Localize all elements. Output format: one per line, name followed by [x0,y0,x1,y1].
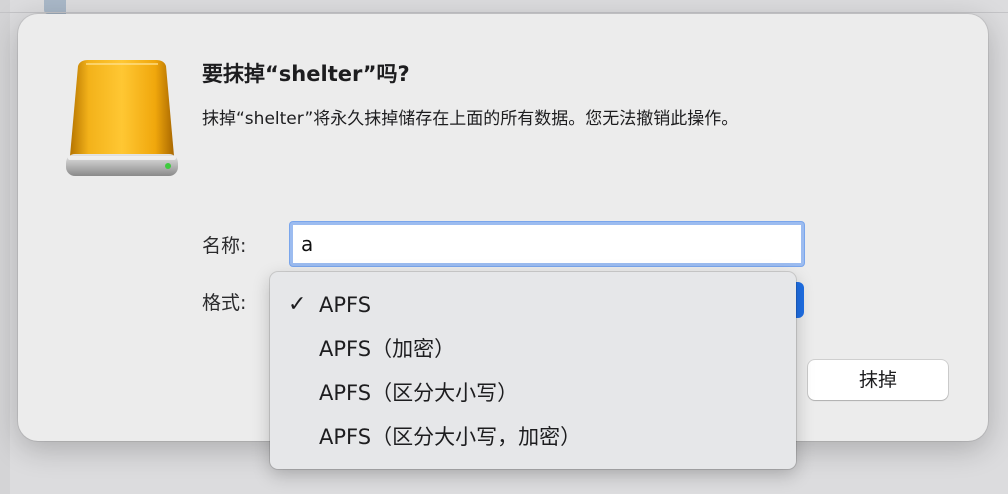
format-label: 格式: [202,292,247,314]
external-drive-icon [64,60,180,180]
name-label: 名称: [202,235,247,257]
menu-item-apfs[interactable]: ✓ APFS [270,283,796,327]
erase-button[interactable]: 抹掉 [808,360,948,400]
dialog-message: 抹掉“shelter”将永久抹掉储存在上面的所有数据。您无法撤销此操作。 [202,109,739,129]
menu-item-apfs-case-sensitive-encrypted[interactable]: APFS（区分大小写，加密） [270,415,796,459]
menu-item-apfs-case-sensitive[interactable]: APFS（区分大小写） [270,371,796,415]
menu-item-label: APFS（区分大小写） [319,381,519,405]
background-divider [0,12,1008,13]
checkmark-icon: ✓ [288,292,307,317]
menu-item-apfs-encrypted[interactable]: APFS（加密） [270,327,796,371]
menu-item-label: APFS [319,293,372,317]
menu-item-label: APFS（加密） [319,337,456,361]
menu-item-label: APFS（区分大小写，加密） [319,425,582,449]
dialog-title: 要抹掉“shelter”吗? [202,62,410,86]
name-field[interactable]: a [290,222,804,266]
format-dropdown-menu: ✓ APFS APFS（加密） APFS（区分大小写） APFS（区分大小写，加… [270,272,796,469]
